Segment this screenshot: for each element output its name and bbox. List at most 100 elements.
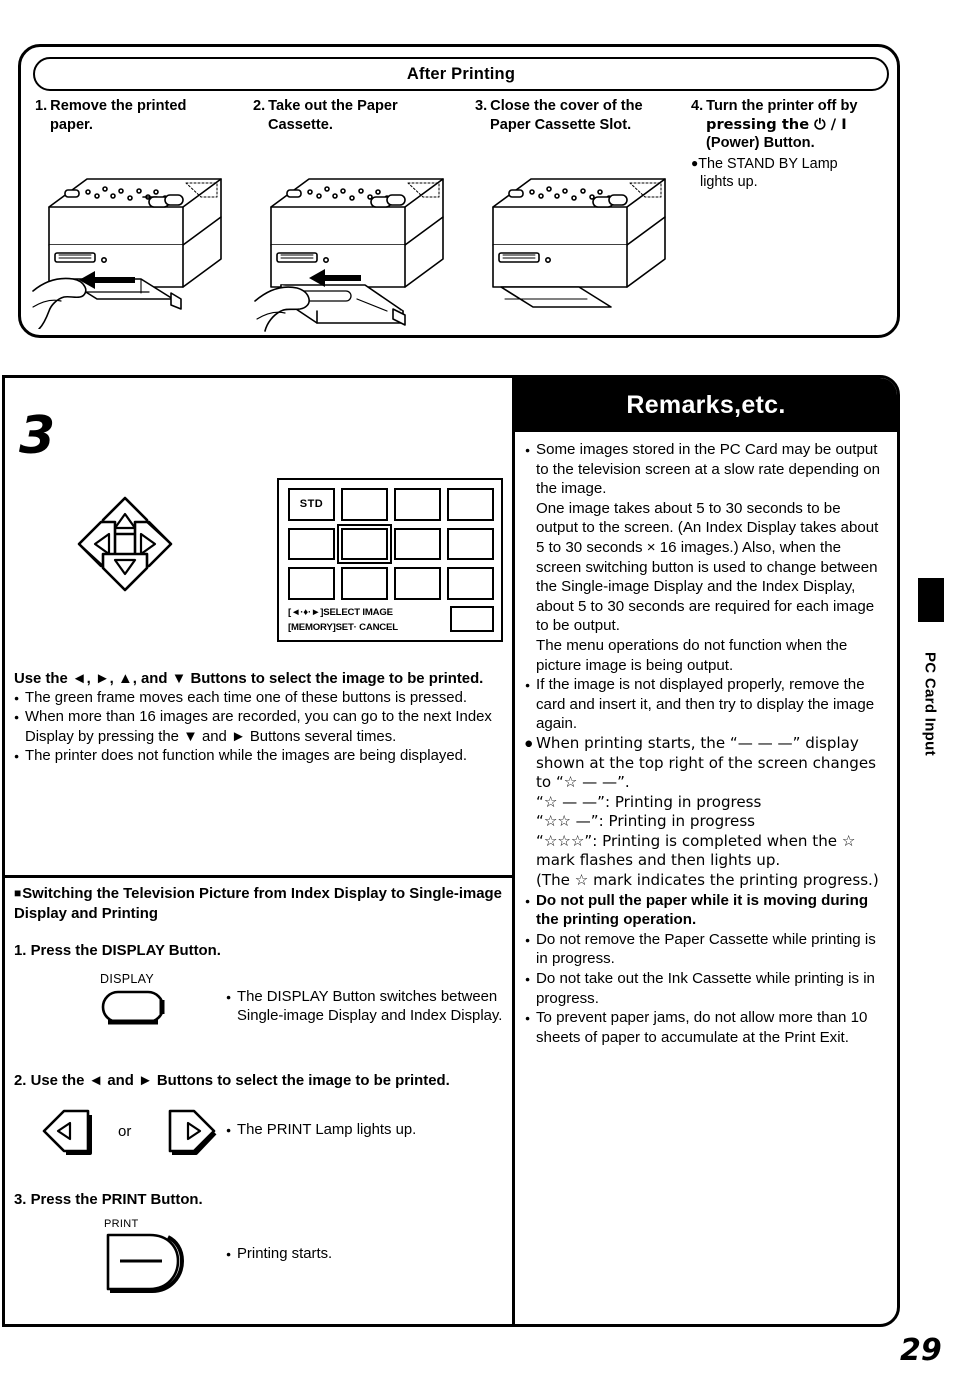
step-4-bullet-line1: The STAND BY Lamp (698, 155, 838, 172)
instruction-bullet-2: When more than 16 images are recorded, y… (14, 708, 506, 747)
arrow-buttons-row: or The PRINT Lamp lights up. (14, 1101, 506, 1177)
lower-panel: 3 STD [◄·♦·►]SELECT IMAGE [MEMORY]SET· C… (2, 375, 900, 1327)
print-lamp-note: The PRINT Lamp lights up. (226, 1121, 517, 1141)
index-cell-6-selected[interactable] (337, 523, 392, 565)
step-2-line2: Cassette. (268, 116, 333, 133)
switching-heading-text: Switching the Television Picture from In… (14, 886, 502, 922)
remark-3-p3: “☆☆ —”: Printing in progress (536, 812, 756, 831)
index-cell-5[interactable] (288, 527, 335, 561)
step-4-bullet: ●The STAND BY Lamp lights up. (691, 154, 891, 192)
hand-icon (254, 286, 310, 332)
switching-heading: ■Switching the Television Picture from I… (14, 884, 506, 924)
index-cell-12[interactable] (447, 567, 494, 600)
remark-7-p1: To prevent paper jams, do not allow more… (525, 1008, 883, 1047)
instruction-bullet-3: The printer does not function while the … (14, 747, 506, 767)
step-1-illustration (31, 159, 253, 329)
left-column: 3 STD [◄·♦·►]SELECT IMAGE [MEMORY]SET· C… (5, 378, 515, 1324)
index-display-footer: [◄·♦·►]SELECT IMAGE [MEMORY]SET· CANCEL (288, 606, 494, 636)
after-printing-step-3: 3. Close the cover of the Paper Cassette … (475, 97, 691, 333)
print-button-row: PRINT Printing starts. (14, 1217, 506, 1307)
after-printing-header: After Printing (33, 57, 889, 91)
print-button-caption: PRINT (104, 1217, 139, 1230)
switching-step-2-text: Use the ◄ and ► Buttons to select the im… (30, 1072, 450, 1089)
switching-step-2-number: 2. (14, 1072, 27, 1089)
index-display-screen: STD [◄·♦·►]SELECT IMAGE [MEMORY]SET· CAN… (277, 478, 503, 642)
after-printing-step-2: 2. Take out the Paper Cassette. (253, 97, 475, 333)
after-printing-step-4: 4. Turn the printer off by pressing the ⏻… (691, 97, 891, 333)
index-cell-7[interactable] (394, 527, 441, 561)
step-4-title: 4. Turn the printer off by pressing the ⏻… (691, 97, 891, 153)
index-cell-1[interactable]: STD (288, 488, 335, 521)
step-2-number: 2. (253, 98, 266, 114)
remark-item-7: To prevent paper jams, do not allow more… (525, 1008, 883, 1047)
step-2-illustration (253, 159, 475, 332)
switching-step-1-title: 1. Press the DISPLAY Button. (14, 942, 506, 962)
step-3-line2: Paper Cassette Slot. (490, 116, 632, 133)
after-printing-box: After Printing 1. Remove the printed pape… (18, 44, 900, 338)
switching-step-1-number: 1. (14, 943, 27, 959)
step-4-number: 4. (691, 98, 704, 114)
dpad-down-button[interactable] (101, 552, 149, 592)
switching-step-3-number: 3. (14, 1192, 27, 1208)
index-cell-10[interactable] (341, 567, 388, 600)
dpad-control[interactable] (37, 456, 213, 637)
side-tab-label: PC Card Input (921, 652, 939, 756)
manual-page: After Printing 1. Remove the printed pape… (0, 0, 954, 1388)
display-button-caption-wrap: DISPLAY (100, 972, 170, 1033)
side-tab: PC Card Input (908, 624, 952, 784)
step-big-number: 3 (19, 406, 56, 466)
right-arrow-button-icon[interactable] (162, 1107, 218, 1157)
osd-line-1: [◄·♦·►]SELECT IMAGE (288, 607, 393, 618)
after-printing-step-1: 1. Remove the printed paper. (31, 97, 253, 333)
step-3-line1: Close the cover of the (490, 98, 643, 114)
display-button-row: DISPLAY The DISPLAY Button switches betw… (14, 972, 506, 1058)
remark-3-p5: (The ☆ mark indicates the printing progr… (536, 871, 879, 890)
step-4-line1: Turn the printer off by (706, 98, 858, 114)
osd-legend: [◄·♦·►]SELECT IMAGE [MEMORY]SET· CANCEL (288, 606, 444, 636)
remark-3-p4: “☆☆☆”: Printing is completed when the ☆ … (536, 831, 856, 870)
switching-step-3-text: Press the PRINT Button. (30, 1192, 203, 1208)
index-cell-9[interactable] (288, 567, 335, 600)
display-button-icon[interactable] (100, 986, 170, 1028)
step-3-number: 3. (475, 98, 488, 114)
section-divider (5, 875, 512, 878)
remark-item-2: If the image is not displayed properly, … (525, 675, 883, 734)
display-button-note: The DISPLAY Button switches between Sing… (226, 988, 517, 1027)
side-tab-marker (918, 578, 944, 622)
print-button-icon[interactable] (104, 1231, 190, 1297)
index-cell-3[interactable] (394, 488, 441, 521)
remark-5-p1: Do not remove the Paper Cassette while p… (525, 930, 883, 969)
square-bullet-icon: ■ (14, 886, 22, 900)
left-arrow-button-icon[interactable] (40, 1107, 96, 1157)
select-image-instructions: Use the ◄, ►, ▲, and ▼ Buttons to select… (14, 670, 506, 767)
step-1-line1: Remove the printed (50, 98, 187, 114)
remarks-list: Some images stored in the PC Card may be… (525, 440, 883, 1047)
switching-step-3-title: 3. Press the PRINT Button. (14, 1191, 506, 1211)
printer-body-icon (48, 178, 222, 288)
remark-item-3: When printing starts, the “— — —” displa… (525, 734, 883, 891)
printer-body-icon (270, 178, 444, 288)
index-cell-16[interactable] (450, 606, 494, 632)
step-4-line3: (Power) Button. (706, 135, 815, 151)
printing-starts-note: Printing starts. (226, 1245, 517, 1265)
step-1-number: 1. (35, 98, 48, 114)
index-cell-2[interactable] (341, 488, 388, 521)
remarks-header: Remarks,etc. (515, 378, 897, 432)
index-display-grid: STD (288, 488, 494, 600)
index-cell-4[interactable] (447, 488, 494, 521)
remark-4-p1: Do not pull the paper while it is moving… (525, 891, 883, 930)
step-3-title: 3. Close the cover of the Paper Cassette … (475, 97, 691, 134)
remark-item-5: Do not remove the Paper Cassette while p… (525, 930, 883, 969)
switching-step-1-text: Press the DISPLAY Button. (30, 943, 221, 959)
printer-body-icon (492, 178, 666, 288)
index-cell-11[interactable] (394, 567, 441, 600)
remarks-body: Some images stored in the PC Card may be… (515, 432, 897, 1324)
index-cell-8[interactable] (447, 527, 494, 561)
print-button-caption-wrap: PRINT (104, 1217, 190, 1302)
cassette-cover-icon (500, 286, 612, 308)
instruction-bullet-1: The green frame moves each time one of t… (14, 689, 506, 709)
std-label: STD (299, 498, 324, 511)
remark-item-4: Do not pull the paper while it is moving… (525, 891, 883, 930)
step-4-line2: pressing the ⏻ / I (706, 115, 847, 133)
remark-1-p1: Some images stored in the PC Card may be… (525, 440, 883, 499)
